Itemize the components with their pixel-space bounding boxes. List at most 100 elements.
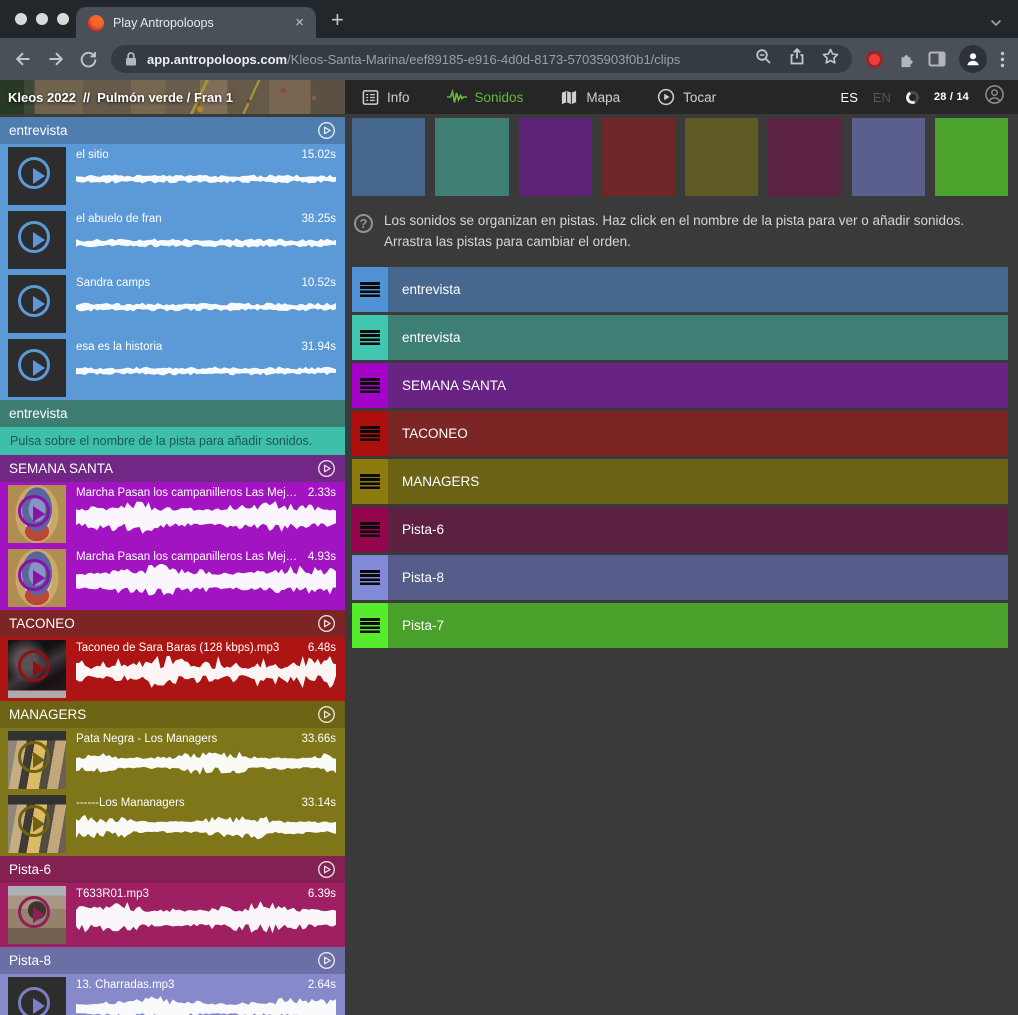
- clip-name: esa es la historia: [76, 341, 295, 353]
- drag-handle[interactable]: [352, 459, 388, 504]
- language-es[interactable]: ES: [841, 90, 858, 105]
- side-panel-icon[interactable]: [928, 51, 946, 67]
- track-header[interactable]: Pista-6: [0, 856, 345, 883]
- clip-body: el sitio 15.02s: [66, 144, 345, 208]
- clip-duration: 33.66s: [301, 733, 336, 745]
- tab-close-icon[interactable]: ×: [295, 15, 304, 30]
- tab-sonidos[interactable]: Sonidos: [447, 88, 524, 106]
- clip-item[interactable]: ------Los Mananagers 33.14s: [0, 792, 345, 856]
- track-play-button[interactable]: [317, 860, 336, 879]
- reload-icon[interactable]: [79, 50, 98, 69]
- track-row[interactable]: entrevista: [352, 267, 1008, 312]
- clip-body: 13. Charradas.mp3 2.64s: [66, 974, 345, 1015]
- clip-thumbnail[interactable]: [8, 886, 66, 944]
- track-row[interactable]: Pista-8: [352, 555, 1008, 600]
- clip-item[interactable]: 13. Charradas.mp3 2.64s: [0, 974, 345, 1015]
- track-empty-message: Pulsa sobre el nombre de la pista para a…: [0, 427, 345, 455]
- track-header[interactable]: entrevista: [0, 117, 345, 144]
- clip-item[interactable]: T633R01.mp3 6.39s: [0, 883, 345, 947]
- drag-handle[interactable]: [352, 267, 388, 312]
- track-header[interactable]: SEMANA SANTA: [0, 455, 345, 482]
- track-row[interactable]: Pista-6: [352, 507, 1008, 552]
- clip-duration: 2.33s: [308, 487, 336, 499]
- clip-item[interactable]: Sandra camps 10.52s: [0, 272, 345, 336]
- url-bar[interactable]: app.antropoloops.com/Kleos-Santa-Marina/…: [111, 45, 852, 73]
- track-play-button[interactable]: [317, 951, 336, 970]
- track-play-button[interactable]: [317, 614, 336, 633]
- browser-tab[interactable]: Play Antropoloops ×: [76, 7, 316, 38]
- clip-item[interactable]: Marcha Pasan los campanilleros Las Mejor…: [0, 482, 345, 546]
- lock-icon[interactable]: [124, 51, 138, 67]
- window-minimize-button[interactable]: [36, 13, 48, 25]
- clip-item[interactable]: el sitio 15.02s: [0, 144, 345, 208]
- breadcrumb[interactable]: Kleos 2022 // Pulmón verde / Fran 1: [0, 80, 345, 114]
- track-header[interactable]: Pista-8: [0, 947, 345, 974]
- clip-item[interactable]: Pata Negra - Los Managers 33.66s: [0, 728, 345, 792]
- track-row-body[interactable]: TACONEO: [388, 411, 1008, 456]
- clip-thumbnail[interactable]: [8, 977, 66, 1015]
- breadcrumb-project[interactable]: Kleos 2022: [8, 90, 76, 105]
- track-row[interactable]: SEMANA SANTA: [352, 363, 1008, 408]
- clip-thumbnail[interactable]: [8, 795, 66, 853]
- track-row[interactable]: Pista-7: [352, 603, 1008, 648]
- clip-thumbnail[interactable]: [8, 211, 66, 269]
- tab-tocar[interactable]: Tocar: [657, 88, 716, 106]
- clip-item[interactable]: el abuelo de fran 38.25s: [0, 208, 345, 272]
- tab-mapa[interactable]: Mapa: [560, 89, 620, 106]
- drag-handle-icon: [360, 474, 380, 489]
- drag-handle[interactable]: [352, 603, 388, 648]
- language-en[interactable]: EN: [873, 90, 891, 105]
- track-play-button[interactable]: [317, 121, 336, 140]
- clip-item[interactable]: Marcha Pasan los campanilleros Las Mejor…: [0, 546, 345, 610]
- clip-item[interactable]: esa es la historia 31.94s: [0, 336, 345, 400]
- clip-thumbnail[interactable]: [8, 339, 66, 397]
- clip-thumbnail[interactable]: [8, 640, 66, 698]
- track-row[interactable]: MANAGERS: [352, 459, 1008, 504]
- url-text[interactable]: app.antropoloops.com/Kleos-Santa-Marina/…: [147, 52, 746, 67]
- window-zoom-button[interactable]: [57, 13, 69, 25]
- drag-handle[interactable]: [352, 363, 388, 408]
- drag-handle[interactable]: [352, 555, 388, 600]
- extension-puzzle-icon[interactable]: [897, 50, 915, 68]
- window-close-button[interactable]: [15, 13, 27, 25]
- track-row-body[interactable]: MANAGERS: [388, 459, 1008, 504]
- drag-handle[interactable]: [352, 411, 388, 456]
- track-row-body[interactable]: entrevista: [388, 267, 1008, 312]
- track-play-button[interactable]: [317, 459, 336, 478]
- zoom-icon[interactable]: [755, 48, 772, 70]
- tab-info[interactable]: Info: [362, 89, 410, 106]
- clip-thumbnail[interactable]: [8, 731, 66, 789]
- back-icon[interactable]: [13, 49, 33, 69]
- drag-handle[interactable]: [352, 507, 388, 552]
- drag-handle[interactable]: [352, 315, 388, 360]
- record-indicator-icon[interactable]: [869, 54, 880, 65]
- forward-icon[interactable]: [46, 49, 66, 69]
- track-header[interactable]: MANAGERS: [0, 701, 345, 728]
- track-row-body[interactable]: Pista-7: [388, 603, 1008, 648]
- window-controls[interactable]: [0, 13, 69, 25]
- track-row-body[interactable]: Pista-6: [388, 507, 1008, 552]
- track-row[interactable]: TACONEO: [352, 411, 1008, 456]
- tab-search-chevron-icon[interactable]: [990, 14, 1002, 32]
- browser-menu-kebab-icon[interactable]: [1000, 51, 1005, 68]
- share-icon[interactable]: [789, 48, 805, 70]
- track-row-body[interactable]: entrevista: [388, 315, 1008, 360]
- bookmark-star-icon[interactable]: [822, 48, 839, 70]
- track-row-body[interactable]: SEMANA SANTA: [388, 363, 1008, 408]
- track-row-label: entrevista: [402, 282, 461, 297]
- clip-item[interactable]: Taconeo de Sara Baras (128 kbps).mp3 6.4…: [0, 637, 345, 701]
- account-icon[interactable]: [984, 84, 1005, 110]
- track-play-button[interactable]: [317, 705, 336, 724]
- clip-name: ------Los Mananagers: [76, 797, 295, 809]
- track-header[interactable]: TACONEO: [0, 610, 345, 637]
- clip-thumbnail[interactable]: [8, 549, 66, 607]
- clip-thumbnail[interactable]: [8, 147, 66, 205]
- new-tab-button[interactable]: +: [331, 9, 344, 31]
- track-row[interactable]: entrevista: [352, 315, 1008, 360]
- breadcrumb-session[interactable]: Pulmón verde / Fran 1: [97, 90, 233, 105]
- clip-thumbnail[interactable]: [8, 275, 66, 333]
- track-header[interactable]: entrevista: [0, 400, 345, 427]
- track-row-body[interactable]: Pista-8: [388, 555, 1008, 600]
- clip-thumbnail[interactable]: [8, 485, 66, 543]
- profile-avatar[interactable]: [959, 45, 987, 73]
